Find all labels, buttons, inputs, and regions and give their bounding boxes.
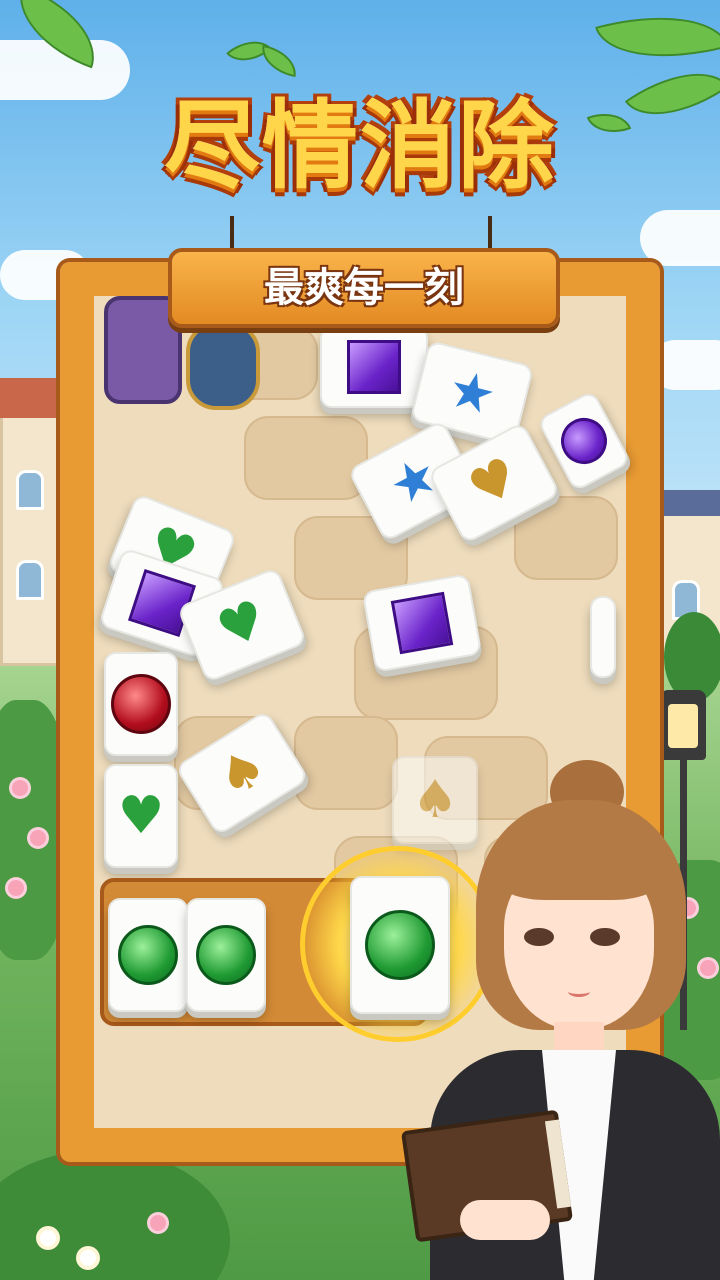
pink-flower [30, 830, 46, 846]
cloud [650, 340, 720, 390]
pink-flower [150, 1215, 166, 1231]
character-bangs [496, 830, 662, 900]
cobblestone [244, 416, 368, 500]
character-smile [568, 986, 590, 997]
gold-spade-icon: ♠ [206, 735, 278, 811]
white-flower [40, 1230, 56, 1246]
purple-gem-icon [552, 409, 616, 473]
lamp-glass [668, 704, 698, 748]
purple-gem-icon [390, 591, 454, 655]
cobblestone [294, 716, 398, 810]
green-heart-icon: ♥ [117, 786, 165, 846]
lantern-decoration [186, 322, 260, 410]
tagline-sign: 最爽每一刻 [168, 248, 560, 328]
purple-gem-icon [347, 340, 401, 394]
mansion-window [16, 560, 44, 600]
character-eye [524, 928, 554, 946]
green-gem-icon [118, 925, 178, 985]
character-eye [590, 928, 620, 946]
mahjong-tile[interactable]: ♥ [104, 764, 178, 868]
guide-character [400, 760, 720, 1280]
gold-heart-icon: ♥ [459, 445, 529, 521]
green-gem-icon [365, 910, 435, 980]
tray-tile[interactable] [108, 898, 188, 1012]
red-gem-icon [111, 674, 171, 734]
tray-tile[interactable] [186, 898, 266, 1012]
left-mansion [0, 380, 68, 666]
tagline-text: 最爽每一刻 [264, 265, 464, 311]
hedge [664, 612, 720, 702]
cloud [640, 210, 720, 266]
mahjong-tile[interactable] [104, 652, 178, 756]
mahjong-tile[interactable] [590, 596, 616, 678]
left-mansion-roof [0, 378, 66, 418]
green-gem-icon [196, 925, 256, 985]
blue-star-icon: ★ [442, 358, 502, 428]
pink-flower [8, 880, 24, 896]
headline-logo: 尽情消除 [80, 28, 640, 230]
green-heart-icon: ♥ [209, 588, 275, 662]
white-flower [80, 1250, 96, 1266]
right-mansion-roof [656, 490, 720, 516]
headline-title: 尽情消除 [164, 90, 556, 202]
character-hand [460, 1200, 550, 1240]
pink-flower [12, 780, 28, 796]
mahjong-tile[interactable] [320, 326, 428, 408]
mansion-window [16, 470, 44, 510]
